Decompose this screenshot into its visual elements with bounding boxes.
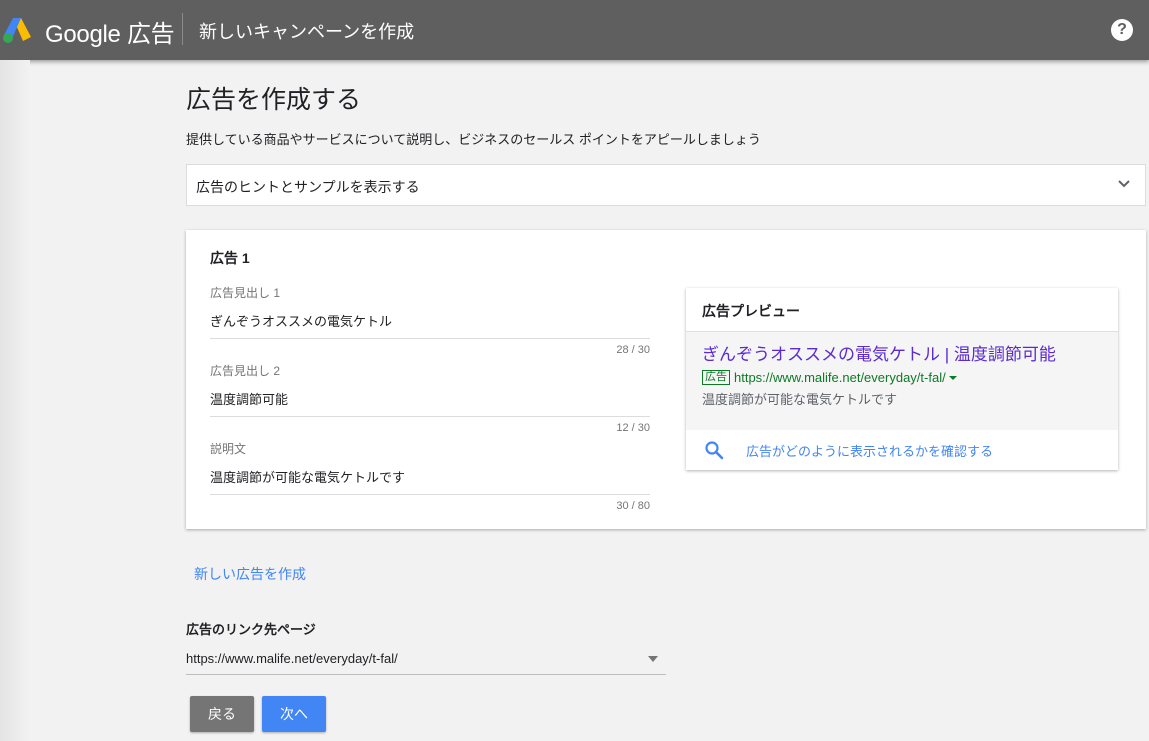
caret-down-icon bbox=[948, 375, 957, 380]
search-icon bbox=[705, 441, 724, 460]
brand-name[interactable]: Google 広告 bbox=[45, 14, 175, 49]
headline-2-label: 広告見出し 2 bbox=[210, 364, 281, 378]
left-gutter bbox=[0, 60, 30, 741]
next-button[interactable]: 次へ bbox=[262, 696, 326, 732]
page-subtitle: 提供している商品やサービスについて説明し、ビジネスのセールス ポイントをアピール… bbox=[186, 132, 761, 147]
description-input[interactable]: 温度調節が可能な電気ケトルです bbox=[210, 465, 650, 495]
preview-description: 温度調節が可能な電気ケトルです bbox=[702, 392, 898, 407]
ad-badge: 広告 bbox=[702, 370, 730, 385]
page-title: 広告を作成する bbox=[186, 86, 362, 114]
description-counter: 30 / 80 bbox=[616, 500, 650, 512]
headline-1-label: 広告見出し 1 bbox=[210, 286, 281, 300]
header-title: 新しいキャンペーンを作成 bbox=[199, 22, 415, 42]
preview-url-row: 広告 https://www.malife.net/everyday/t-fal… bbox=[702, 370, 1102, 385]
ad-preview-card: 広告プレビュー ぎんぞうオススメの電気ケトル | 温度調節可能 広告 https… bbox=[686, 288, 1118, 470]
headline-1-field: 広告見出し 1 ぎんぞうオススメの電気ケトル 28 / 30 bbox=[210, 284, 650, 356]
back-button[interactable]: 戻る bbox=[190, 696, 254, 732]
landing-page-value: https://www.malife.net/everyday/t-fal/ bbox=[186, 651, 398, 666]
dropdown-arrow-icon bbox=[648, 656, 658, 662]
header-divider bbox=[182, 13, 183, 45]
landing-page-label: 広告のリンク先ページ bbox=[186, 622, 316, 637]
preview-footer-label: 広告がどのように表示されるかを確認する bbox=[746, 443, 994, 459]
headline-2-counter: 12 / 30 bbox=[616, 422, 650, 434]
chevron-down-icon bbox=[1118, 180, 1130, 188]
google-ads-logo-icon[interactable] bbox=[2, 17, 32, 43]
ad-card-title: 広告 1 bbox=[210, 250, 250, 266]
description-label: 説明文 bbox=[210, 442, 247, 456]
landing-page-select[interactable]: https://www.malife.net/everyday/t-fal/ bbox=[186, 645, 666, 675]
help-icon[interactable]: ? bbox=[1111, 19, 1133, 41]
preview-header: 広告プレビュー bbox=[686, 288, 1118, 332]
preview-url: https://www.malife.net/everyday/t-fal/ bbox=[734, 370, 946, 385]
preview-footer-link[interactable]: 広告がどのように表示されるかを確認する bbox=[686, 430, 1118, 470]
headline-1-input[interactable]: ぎんぞうオススメの電気ケトル bbox=[210, 309, 650, 339]
top-app-bar: Google 広告 新しいキャンペーンを作成 ? bbox=[0, 0, 1149, 60]
headline-2-field: 広告見出し 2 温度調節可能 12 / 30 bbox=[210, 362, 650, 434]
headline-2-input[interactable]: 温度調節可能 bbox=[210, 387, 650, 417]
hints-expander[interactable]: 広告のヒントとサンプルを表示する bbox=[186, 164, 1146, 206]
hints-label: 広告のヒントとサンプルを表示する bbox=[196, 179, 420, 195]
create-new-ad-link[interactable]: 新しい広告を作成 bbox=[194, 564, 306, 584]
headline-1-counter: 28 / 30 bbox=[616, 344, 650, 356]
description-field: 説明文 温度調節が可能な電気ケトルです 30 / 80 bbox=[210, 440, 650, 512]
preview-headline[interactable]: ぎんぞうオススメの電気ケトル | 温度調節可能 bbox=[702, 344, 1102, 366]
preview-body: ぎんぞうオススメの電気ケトル | 温度調節可能 広告 https://www.m… bbox=[686, 332, 1118, 430]
ad-card: 広告 1 広告見出し 1 ぎんぞうオススメの電気ケトル 28 / 30 広告見出… bbox=[186, 230, 1146, 529]
